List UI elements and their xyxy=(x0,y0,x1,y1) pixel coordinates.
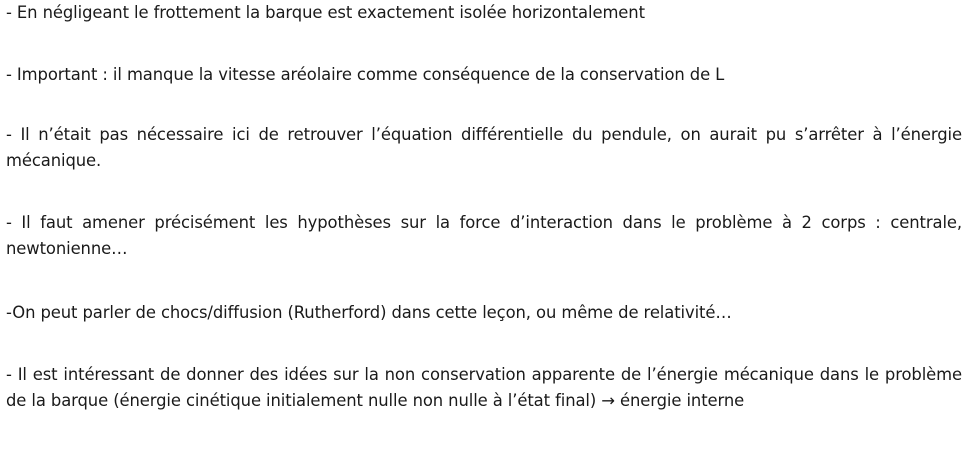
remark-friction: - En négligeant le frottement la barque … xyxy=(6,3,645,22)
remark-areolar-velocity: - Important : il manque la vitesse aréol… xyxy=(6,65,725,84)
remark-pendulum-equation: - Il n’était pas nécessaire ici de retro… xyxy=(6,125,962,170)
remark-two-body-hypotheses: - Il faut amener précisément les hypothè… xyxy=(6,213,962,258)
remark-mechanical-energy: - Il est intéressant de donner des idées… xyxy=(6,365,962,410)
remark-collisions-diffusion: -On peut parler de chocs/diffusion (Ruth… xyxy=(6,303,732,322)
